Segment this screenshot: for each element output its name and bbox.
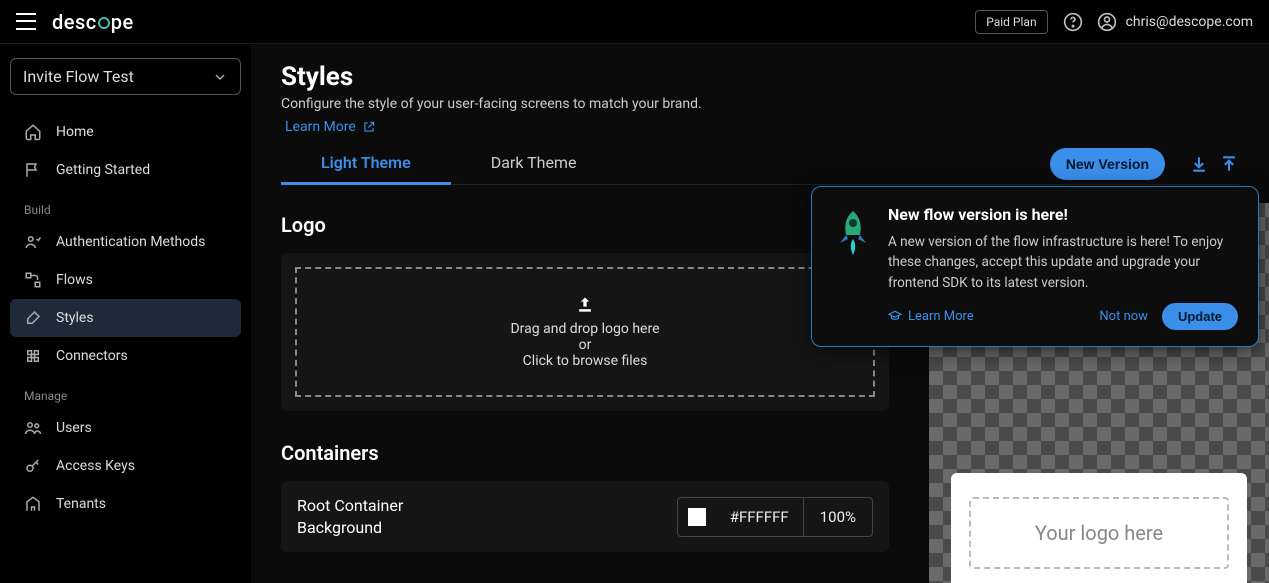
help-icon[interactable] [1062, 11, 1084, 33]
sidebar-item-connectors[interactable]: Connectors [10, 337, 241, 375]
color-hex-value[interactable]: #FFFFFF [716, 498, 803, 536]
flows-icon [24, 271, 42, 289]
page-subtitle: Configure the style of your user-facing … [281, 96, 1239, 112]
sidebar-item-styles[interactable]: Styles [10, 299, 241, 337]
dropzone-text-1: Drag and drop logo here [307, 321, 863, 337]
learn-more-label: Learn More [285, 119, 356, 135]
dropzone-text-2: or [307, 337, 863, 353]
sidebar-item-label: Home [56, 124, 94, 140]
sidebar-item-label: Connectors [56, 348, 128, 364]
sidebar-item-label: Authentication Methods [56, 234, 205, 250]
page-title: Styles [281, 62, 1239, 92]
new-version-callout: New flow version is here! A new version … [811, 186, 1259, 347]
project-selector-label: Invite Flow Test [23, 67, 134, 86]
sidebar-item-label: Styles [56, 310, 94, 326]
flag-icon [24, 161, 42, 179]
sidebar: Invite Flow Test Home Getting Started Bu… [0, 44, 251, 583]
brush-icon [24, 309, 42, 327]
sidebar-item-label: Access Keys [56, 458, 135, 474]
users-icon [24, 419, 42, 437]
color-opacity-value[interactable]: 100% [804, 498, 872, 536]
upload-icon[interactable] [1219, 154, 1239, 174]
callout-body-text: A new version of the flow infrastructure… [888, 232, 1238, 293]
sidebar-item-access-keys[interactable]: Access Keys [10, 447, 241, 485]
color-input[interactable]: #FFFFFF 100% [677, 497, 873, 537]
sidebar-item-label: Tenants [56, 496, 106, 512]
root-container-bg-row: Root Container Background #FFFFFF 100% [281, 481, 889, 552]
callout-title: New flow version is here! [888, 205, 1238, 224]
color-swatch[interactable] [688, 508, 706, 526]
grad-cap-icon [888, 309, 902, 323]
section-logo-title: Logo [281, 213, 889, 237]
puzzle-icon [24, 347, 42, 365]
tab-light-theme[interactable]: Light Theme [281, 143, 451, 184]
user-menu[interactable]: chris@descope.com [1096, 11, 1253, 33]
tab-dark-theme[interactable]: Dark Theme [451, 143, 617, 184]
callout-update-button[interactable]: Update [1162, 303, 1238, 330]
user-email: chris@descope.com [1126, 14, 1253, 30]
chevron-down-icon [212, 69, 228, 85]
section-manage-label: Manage [10, 375, 241, 409]
sidebar-item-tenants[interactable]: Tenants [10, 485, 241, 523]
sidebar-item-users[interactable]: Users [10, 409, 241, 447]
download-icon[interactable] [1189, 154, 1209, 174]
building-icon [24, 495, 42, 513]
logo-card: Drag and drop logo here or Click to brow… [281, 253, 889, 411]
auth-icon [24, 233, 42, 251]
sidebar-item-label: Getting Started [56, 162, 150, 178]
brand-logo: descpe [52, 10, 134, 34]
preview-card: Your logo here [951, 473, 1247, 583]
new-version-button[interactable]: New Version [1050, 148, 1165, 180]
sidebar-item-label: Flows [56, 272, 93, 288]
user-icon [1096, 11, 1118, 33]
logo-dropzone[interactable]: Drag and drop logo here or Click to brow… [295, 267, 875, 397]
dropzone-text-3: Click to browse files [307, 353, 863, 369]
learn-more-link[interactable]: Learn More [285, 119, 376, 135]
menu-icon[interactable] [16, 11, 38, 33]
upload-file-icon [307, 295, 863, 315]
sidebar-item-getting-started[interactable]: Getting Started [10, 151, 241, 189]
rocket-icon [832, 205, 874, 330]
external-link-icon [362, 120, 376, 134]
home-icon [24, 123, 42, 141]
key-icon [24, 457, 42, 475]
root-bg-label: Root Container Background [297, 495, 403, 538]
sidebar-item-label: Users [56, 420, 92, 436]
sidebar-item-auth-methods[interactable]: Authentication Methods [10, 223, 241, 261]
section-containers-title: Containers [281, 441, 889, 465]
section-build-label: Build [10, 189, 241, 223]
sidebar-item-flows[interactable]: Flows [10, 261, 241, 299]
preview-logo-placeholder: Your logo here [969, 497, 1229, 569]
callout-not-now[interactable]: Not now [1099, 309, 1148, 324]
callout-learn-more[interactable]: Learn More [888, 309, 974, 324]
paid-plan-button[interactable]: Paid Plan [975, 10, 1047, 34]
project-selector[interactable]: Invite Flow Test [10, 58, 241, 95]
sidebar-item-home[interactable]: Home [10, 113, 241, 151]
